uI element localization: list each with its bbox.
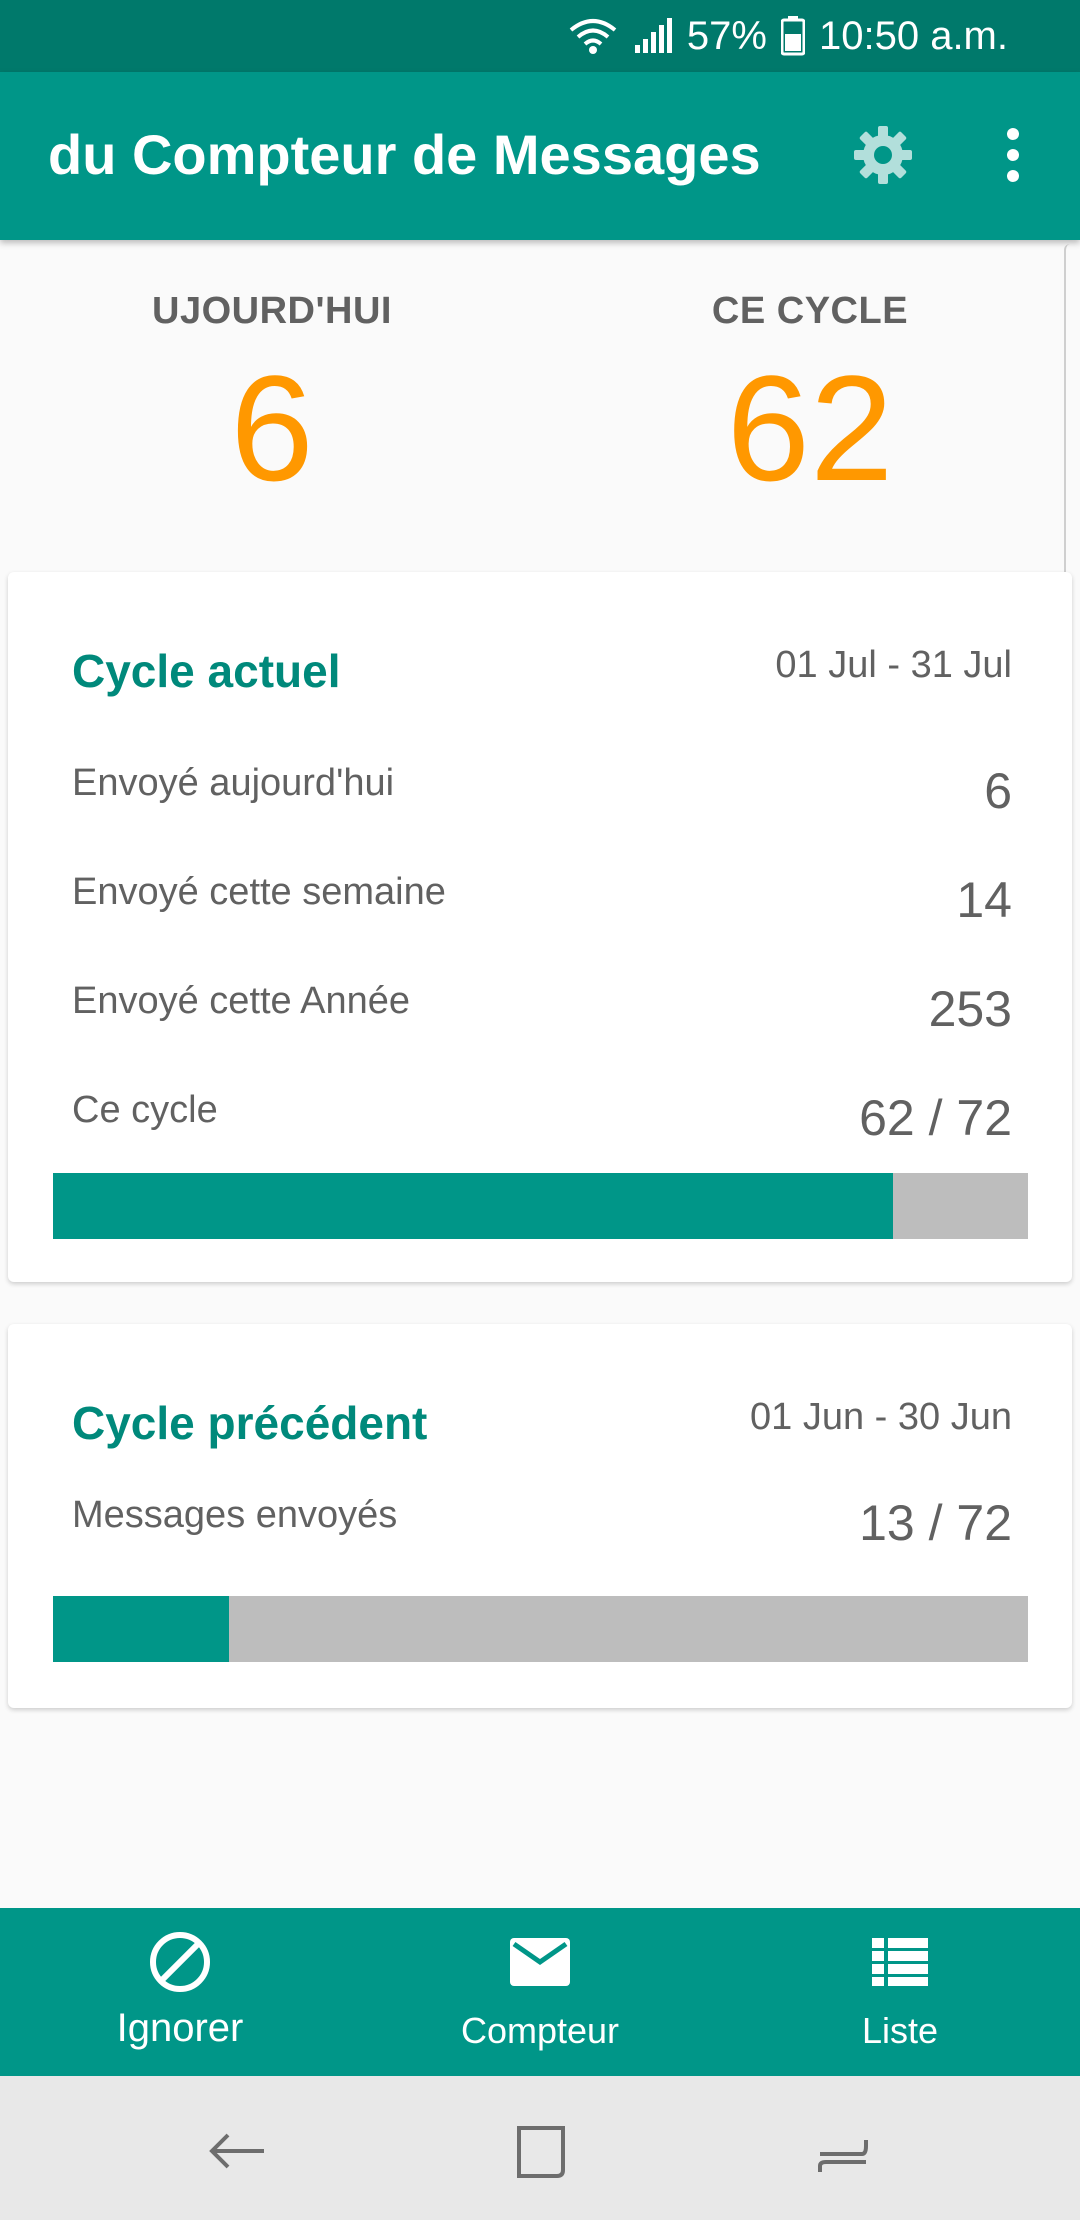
list-icon [872,1930,928,1994]
summary-cycle: CE CYCLE 62 [600,290,1020,503]
home-icon[interactable] [505,2116,575,2186]
row-value-sent-today: 6 [984,763,1012,819]
nav-label-liste: Liste [861,2010,939,2051]
row-value-sent-year: 253 [928,981,1012,1037]
row-value-messages-sent: 13 / 72 [859,1495,1012,1551]
today-count: 6 [230,344,314,512]
bottom-navigation: Ignorer Compteur Liste [0,1908,1080,2076]
nav-item-liste[interactable]: Liste [720,1908,1080,2076]
settings-icon[interactable] [852,124,914,186]
previous-cycle-title: Cycle précédent [72,1397,428,1449]
app-title: du Compteur de Messages [48,123,761,186]
nav-label-ignorer: Ignorer [116,2006,244,2050]
nav-item-compteur[interactable]: Compteur [360,1908,720,2076]
current-cycle-progress-bar [53,1173,1028,1239]
previous-cycle-progress-fill [53,1596,230,1662]
summary-today: UJOURD'HUI 6 [62,290,482,503]
cycle-count: 62 [726,344,894,512]
row-value-sent-week: 14 [956,872,1012,928]
row-label-messages-sent: Messages envoyés [72,1494,398,1536]
current-cycle-dates: 01 Jul - 31 Jul [775,644,1012,686]
previous-cycle-dates: 01 Jun - 30 Jun [750,1396,1012,1438]
block-icon [148,1930,212,1994]
recents-icon[interactable] [808,2116,878,2186]
current-cycle-progress-fill [53,1173,893,1239]
today-label: UJOURD'HUI [152,290,392,332]
current-cycle-title: Cycle actuel [72,645,341,697]
app-bar: du Compteur de Messages [0,72,1080,240]
row-value-this-cycle: 62 / 72 [859,1090,1012,1146]
status-bar: 57% 10:50 a.m. [0,0,1080,72]
row-label-sent-today: Envoyé aujourd'hui [72,762,395,804]
clock: 10:50 a.m. [818,13,1008,58]
system-navigation-bar [0,2076,1080,2220]
more-vert-icon[interactable] [990,124,1036,186]
wifi-icon [567,16,619,56]
nav-item-ignorer[interactable]: Ignorer [0,1908,360,2076]
previous-cycle-card: Cycle précédent 01 Jun - 30 Jun Messages… [8,1324,1072,1708]
row-label-sent-week: Envoyé cette semaine [72,871,446,913]
back-icon[interactable] [202,2116,272,2186]
battery-percent: 57% [686,13,767,58]
previous-cycle-progress-bar [53,1596,1028,1662]
signal-icon [633,17,673,55]
cycle-label: CE CYCLE [711,290,909,332]
mail-icon [508,1930,572,1994]
nav-label-compteur: Compteur [460,2010,620,2051]
battery-icon [780,16,805,56]
current-cycle-card: Cycle actuel 01 Jul - 31 Jul Envoyé aujo… [8,572,1072,1282]
row-label-this-cycle: Ce cycle [72,1089,218,1131]
row-label-sent-year: Envoyé cette Année [72,980,411,1022]
